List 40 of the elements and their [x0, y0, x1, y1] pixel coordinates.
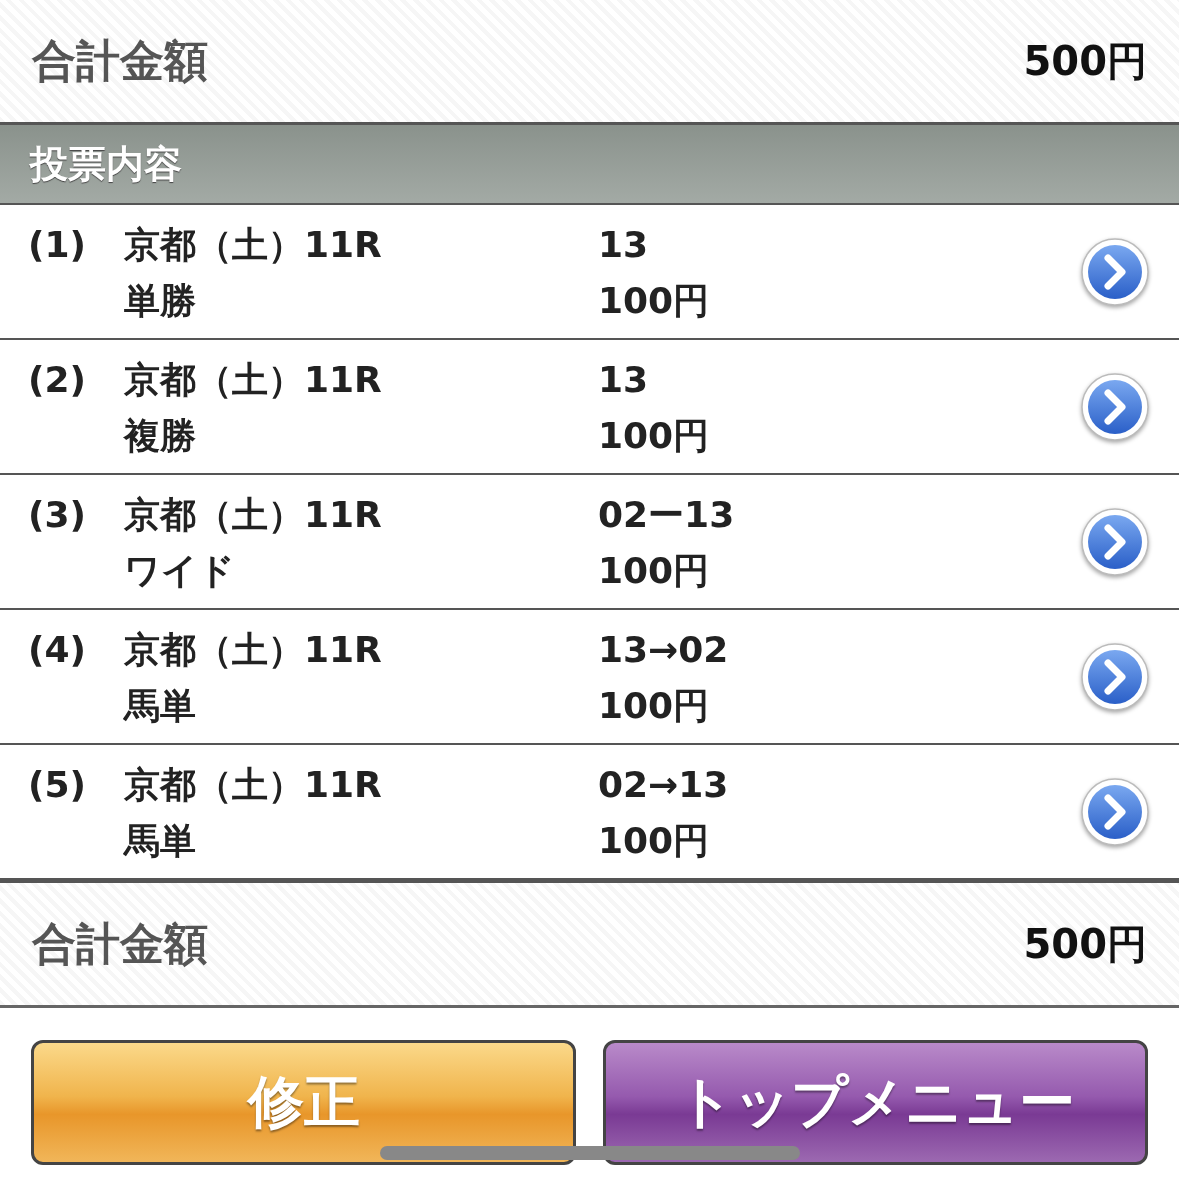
- bet-amount: 100円: [598, 414, 710, 458]
- bet-selection: 13→02: [598, 628, 729, 672]
- bet-row[interactable]: (4) 京都（土）11R 馬単 13→02 100円: [0, 610, 1179, 745]
- bet-type: 馬単: [124, 819, 196, 863]
- chevron-right-icon[interactable]: [1079, 776, 1151, 848]
- bet-amount: 100円: [598, 684, 710, 728]
- chevron-right-icon[interactable]: [1079, 641, 1151, 713]
- bet-type: ワイド: [124, 549, 235, 593]
- total-label: 合計金額: [32, 916, 208, 971]
- bet-number: (3): [28, 493, 87, 537]
- total-amount: 500円: [1023, 919, 1147, 969]
- bet-amount: 100円: [598, 279, 710, 323]
- bet-amount: 100円: [598, 819, 710, 863]
- race-name: 京都（土）11R: [124, 628, 382, 672]
- bet-selection: 02ー13: [598, 493, 735, 537]
- race-name: 京都（土）11R: [124, 223, 382, 267]
- bet-type: 馬単: [124, 684, 196, 728]
- bet-type: 複勝: [124, 414, 196, 458]
- race-name: 京都（土）11R: [124, 358, 382, 402]
- bet-amount: 100円: [598, 549, 710, 593]
- bet-row[interactable]: (2) 京都（土）11R 複勝 13 100円: [0, 340, 1179, 475]
- chevron-right-icon[interactable]: [1079, 371, 1151, 443]
- bet-number: (2): [28, 358, 87, 402]
- action-button[interactable]: トップメニュー: [603, 1040, 1148, 1165]
- bet-selection: 13: [598, 358, 649, 402]
- race-name: 京都（土）11R: [124, 763, 382, 807]
- bet-type: 単勝: [124, 279, 196, 323]
- section-title: 投票内容: [30, 140, 182, 188]
- bet-selection: 02→13: [598, 763, 729, 807]
- total-amount: 500円: [1023, 36, 1147, 86]
- bet-number: (5): [28, 763, 87, 807]
- bet-number: (1): [28, 223, 87, 267]
- bet-row[interactable]: (1) 京都（土）11R 単勝 13 100円: [0, 205, 1179, 340]
- chevron-right-icon[interactable]: [1079, 506, 1151, 578]
- race-name: 京都（土）11R: [124, 493, 382, 537]
- bet-number: (4): [28, 628, 87, 672]
- bet-selection: 13: [598, 223, 649, 267]
- bet-row[interactable]: (3) 京都（土）11R ワイド 02ー13 100円: [0, 475, 1179, 610]
- total-label: 合計金額: [32, 33, 208, 88]
- chevron-right-icon[interactable]: [1079, 236, 1151, 308]
